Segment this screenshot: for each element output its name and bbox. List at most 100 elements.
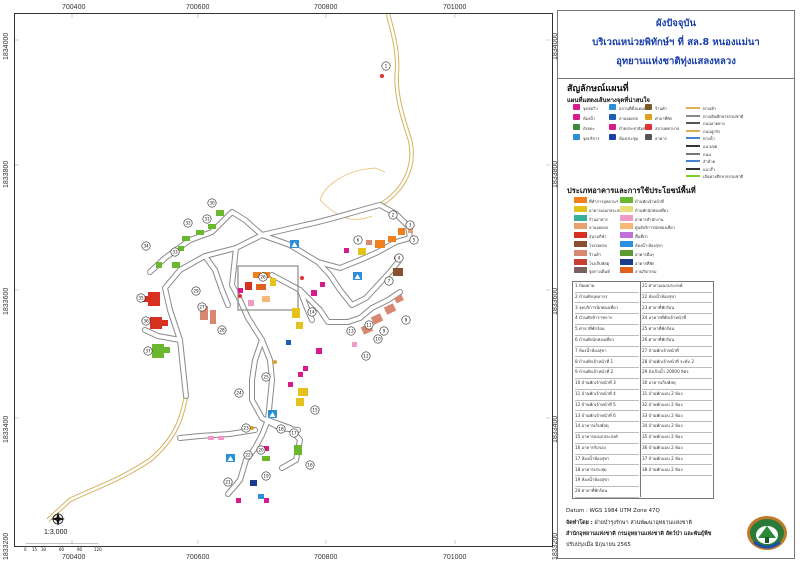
landuse-swatch [574, 223, 587, 230]
svg-text:27: 27 [199, 305, 205, 310]
scale-tick: 0 [24, 547, 27, 552]
building-number-label: 7 [384, 276, 394, 286]
facility-legend-label: ถังขยะ [583, 126, 595, 131]
facility-legend-label: ห้องประชุม [619, 136, 639, 141]
landuse-label: บ้านพักนักท่องเที่ยว [635, 207, 669, 213]
svg-text:35: 35 [138, 296, 144, 301]
svg-text:30: 30 [209, 201, 215, 206]
svg-text:18: 18 [278, 427, 284, 432]
facility-icon [573, 124, 580, 130]
building-number-label: 19 [261, 471, 271, 481]
landuse-label: ลานจอดรถ [589, 225, 609, 231]
line-type-swatch [686, 122, 700, 125]
scale-tick: 15 [32, 547, 38, 552]
building-list-item: 20 ศาลาที่พักร้อน [575, 486, 639, 498]
map-title-line2: บริเวณหน่วยพิทักษ์ฯ ที่ สล.8 หนองแม่นา [592, 37, 760, 48]
landuse-swatch [620, 241, 633, 247]
landuse-swatch [620, 249, 633, 256]
updated-text: ปรับปรุงเมื่อ มิถุนายน 2565 [566, 542, 631, 548]
producer-label: จัดทำโดย : [566, 520, 593, 526]
landuse-label: อาคารสำนักงาน [635, 216, 664, 222]
landuse-label: ห้องน้ำ-ห้องสุขา [635, 243, 663, 248]
building-number-label: 35 [136, 293, 146, 303]
svg-text:13: 13 [348, 329, 354, 334]
svg-text:4: 4 [398, 256, 401, 261]
line-type-label: ถนน [703, 151, 711, 157]
facility-legend-label: ลานจอดรถ [619, 116, 639, 121]
line-type-label: ทางเท้า [703, 106, 717, 111]
building-number-label: 36 [141, 316, 151, 326]
landuse-swatch [574, 267, 587, 274]
building-number-label: 4 [394, 253, 404, 263]
landuse-label: บ้านพักเจ้าหน้าที่ [635, 199, 664, 204]
building-number-label: 9 [379, 326, 389, 336]
building-number-label: 27 [197, 302, 207, 312]
facility-legend-label: อาคาร [655, 136, 667, 141]
svg-text:1: 1 [385, 64, 388, 69]
scale-tick: 120 [94, 547, 102, 552]
producer-text: จัดทำโดย : ฝ่ายบำรุงรักษา ส่วนพัฒนาอุทยา… [566, 519, 692, 527]
datum-text: Datum : WGS 1984 UTM Zone 47Q [566, 508, 660, 514]
svg-text:5: 5 [413, 238, 416, 243]
landuse-label: พื้นที่ป่า [635, 234, 648, 240]
svg-text:31: 31 [204, 217, 210, 222]
landuse-swatch [620, 267, 633, 274]
svg-text:36: 36 [143, 319, 149, 324]
building-number-label: 3 [405, 220, 415, 230]
building-number-label: 31 [202, 214, 212, 224]
line-type-swatch [686, 152, 700, 155]
producer-name: ฝ่ายบำรุงรักษา ส่วนพัฒนาอุทยานแห่งชาติ [594, 520, 692, 526]
facility-icon [609, 104, 616, 110]
building-number-label: 25 [261, 372, 271, 382]
building-number-label: 33 [170, 247, 180, 257]
landuse-label: ร้านอาหาร [589, 216, 608, 222]
map-title-line3: อุทยานแห่งชาติทุ่งแสลงหลวง [616, 56, 736, 67]
landuse-label: โรงจอดรถ [589, 243, 608, 248]
building-number-label: 13 [346, 326, 356, 336]
line-type-label: แนวเขต [703, 144, 718, 149]
scale-tick: 30 [41, 547, 47, 552]
landuse-swatch [620, 258, 633, 265]
building-number-label: 20 [256, 445, 266, 455]
facility-icon [645, 124, 652, 130]
building-number-label: 14 [307, 307, 317, 317]
svg-text:25: 25 [263, 375, 269, 380]
building-number-label: 21 [223, 477, 233, 487]
landuse-label: อาคารที่พัก [635, 260, 655, 266]
landuse-label: ร้านค้า [589, 251, 602, 257]
line-type-label: ถนนลูกรัง [703, 128, 720, 134]
line-type-swatch [686, 114, 700, 117]
facility-icon [609, 134, 616, 140]
svg-text:33: 33 [172, 250, 178, 255]
svg-text:15: 15 [312, 408, 318, 413]
svg-text:29: 29 [193, 289, 199, 294]
svg-text:22: 22 [245, 453, 251, 458]
building-number-label: 30 [207, 198, 217, 208]
map-title-line1: ผังปัจจุบัน [656, 18, 696, 29]
landuse-swatch [574, 197, 587, 203]
building-number-label: 26 [258, 272, 268, 282]
landuse-label: ลานกิจกรรม [635, 269, 657, 275]
line-type-swatch [686, 137, 700, 140]
line-type-label: ทางน้ำ [703, 136, 715, 142]
svg-text:8: 8 [405, 318, 408, 323]
building-number-label: 32 [183, 218, 193, 228]
svg-text:6: 6 [357, 238, 360, 243]
svg-text:23: 23 [243, 426, 249, 431]
svg-text:20: 20 [258, 448, 264, 453]
building-number-label: 24 [234, 388, 244, 398]
building-number-label: 23 [241, 423, 251, 433]
svg-text:19: 19 [263, 474, 269, 479]
line-type-label: ทางเดินศึกษาธรรมชาติ [703, 113, 744, 119]
facility-legend-label: จุดบริการ [583, 136, 600, 141]
building-number-label: 22 [243, 450, 253, 460]
building-list-item: 38 บ้านพักแบบ 2 ห้อง [642, 465, 712, 477]
svg-text:32: 32 [185, 221, 191, 226]
symbols-heading: สัญลักษณ์แผนที่ [567, 84, 629, 94]
building-number-label: 8 [401, 315, 411, 325]
svg-text:17: 17 [291, 431, 297, 436]
building-number-label: 16 [305, 460, 315, 470]
line-type-swatch [686, 129, 700, 132]
landuse-swatch [620, 232, 633, 239]
building-number-label: 6 [353, 235, 363, 245]
